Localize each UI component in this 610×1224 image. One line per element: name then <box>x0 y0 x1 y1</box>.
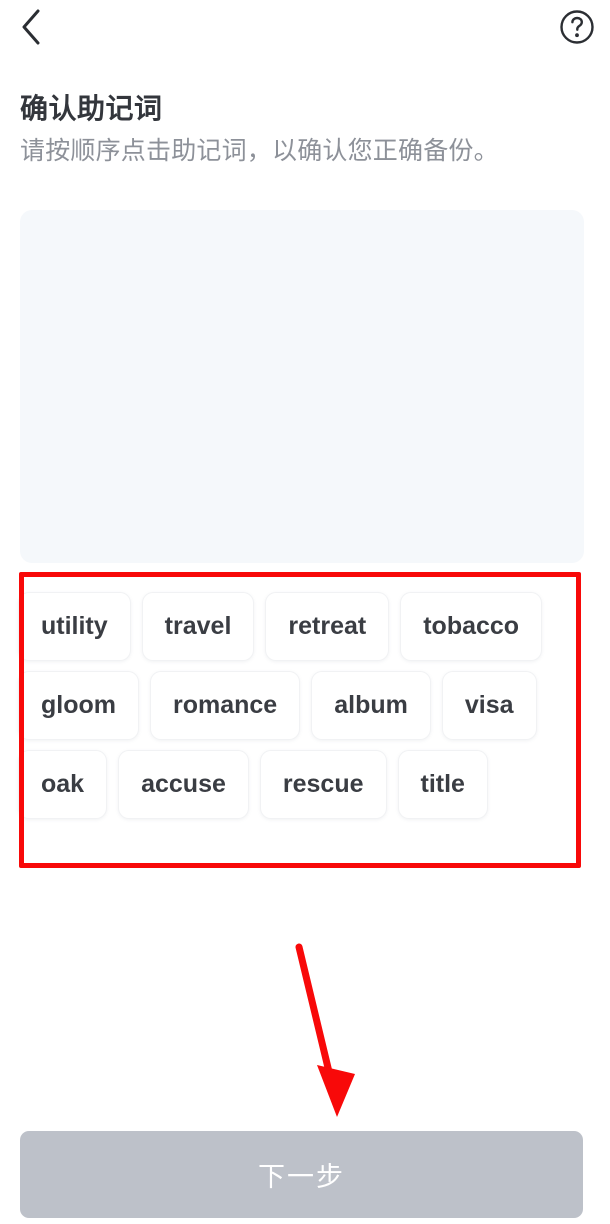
back-button[interactable] <box>8 6 54 52</box>
word-chip-rescue[interactable]: rescue <box>259 750 387 819</box>
word-chip-oak[interactable]: oak <box>18 750 108 819</box>
pointer-arrow-annotation <box>270 935 390 1135</box>
question-mark-circle-icon <box>559 9 595 50</box>
word-bank-row: gloom romance album visa <box>18 671 592 740</box>
word-chip-travel[interactable]: travel <box>141 592 255 661</box>
page-title: 确认助记词 <box>20 93 163 124</box>
word-chip-gloom[interactable]: gloom <box>18 671 139 740</box>
word-chip-accuse[interactable]: accuse <box>118 750 249 819</box>
word-chip-retreat[interactable]: retreat <box>265 592 390 661</box>
word-bank-row: oak accuse rescue title <box>18 750 592 819</box>
selected-mnemonic-area[interactable] <box>20 210 584 563</box>
word-chip-utility[interactable]: utility <box>18 592 131 661</box>
word-chip-romance[interactable]: romance <box>150 671 301 740</box>
word-chip-visa[interactable]: visa <box>441 671 537 740</box>
word-chip-album[interactable]: album <box>311 671 431 740</box>
mnemonic-word-bank: utility travel retreat tobacco gloom romance a… <box>8 578 602 835</box>
top-navigation-bar <box>0 0 610 60</box>
word-bank-row: utility travel retreat tobacco <box>18 592 592 661</box>
word-chip-title[interactable]: title <box>397 750 488 819</box>
next-button[interactable]: 下一步 <box>20 1131 583 1218</box>
help-button[interactable] <box>554 6 600 52</box>
page-subtitle: 请按顺序点击助记词，以确认您正确备份。 <box>20 137 499 165</box>
selected-word-list <box>20 210 584 246</box>
chevron-left-icon <box>20 9 42 50</box>
word-chip-tobacco[interactable]: tobacco <box>400 592 543 661</box>
